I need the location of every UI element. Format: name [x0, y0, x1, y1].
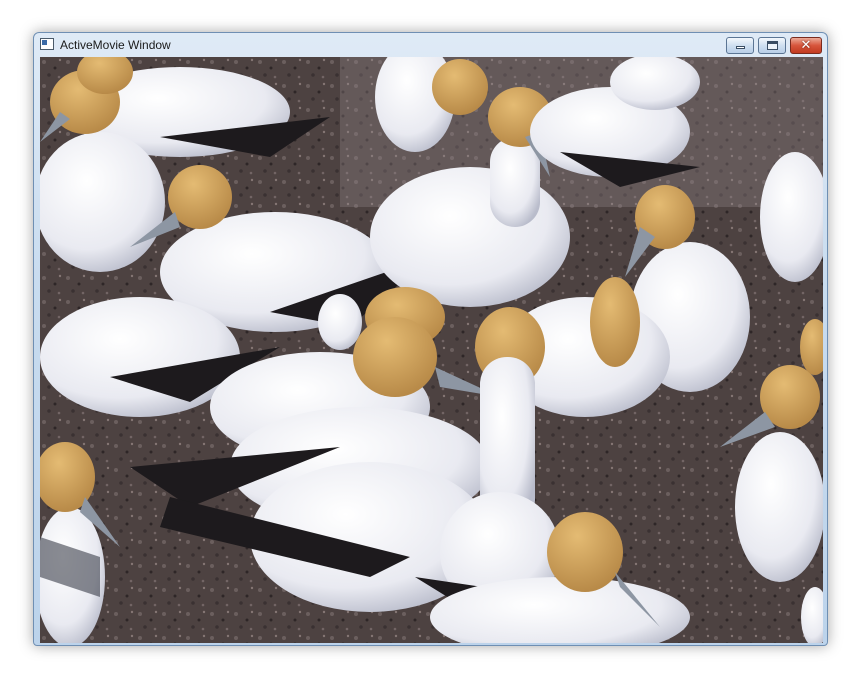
title-bar[interactable]: ActiveMovie Window ✕: [34, 33, 827, 56]
activemovie-window: ActiveMovie Window ✕: [33, 32, 828, 646]
close-button[interactable]: ✕: [790, 37, 822, 54]
window-title: ActiveMovie Window: [60, 38, 171, 52]
app-icon[interactable]: [40, 38, 54, 50]
maximize-icon: [767, 41, 778, 50]
minimize-button[interactable]: [726, 37, 754, 54]
minimize-icon: [736, 46, 745, 49]
close-icon: ✕: [800, 38, 812, 53]
maximize-button[interactable]: [758, 37, 786, 54]
gannet-colony-image: [40, 57, 823, 643]
video-frame[interactable]: [40, 57, 823, 643]
